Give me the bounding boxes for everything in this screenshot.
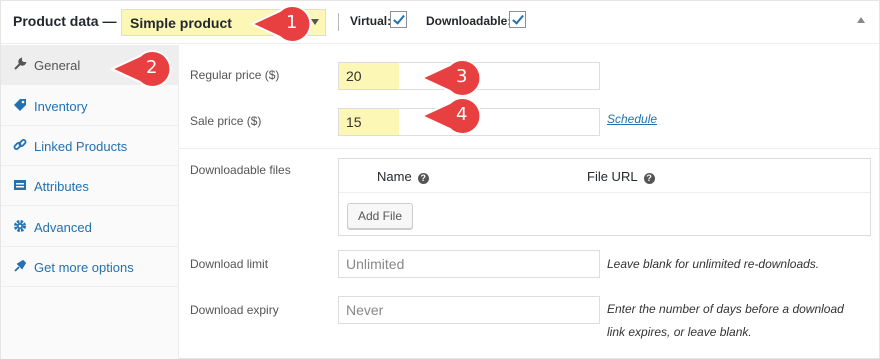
files-col-url-text: File URL: [587, 169, 638, 184]
files-col-name-text: Name: [377, 169, 412, 184]
callout-number-3: 3: [456, 66, 468, 87]
product-type-value: Simple product: [130, 15, 232, 31]
tab-inventory[interactable]: Inventory: [1, 86, 179, 126]
callout-marker-4: 4: [420, 95, 486, 137]
link-icon: [13, 138, 27, 152]
tab-advanced-label: Advanced: [34, 220, 92, 235]
callout-marker-2: 2: [110, 48, 176, 90]
regular-price-label: Regular price ($): [190, 68, 280, 82]
product-data-title: Product data —: [13, 13, 117, 29]
product-data-tabs: General Inventory Linked Products Attrib…: [1, 45, 179, 359]
downloadable-checkbox[interactable]: [509, 11, 526, 28]
tab-attributes[interactable]: Attributes: [1, 166, 179, 206]
download-limit-input[interactable]: Unlimited: [338, 250, 600, 278]
downloadable-files-label: Downloadable files: [190, 163, 291, 177]
downloadable-files-table: Name? File URL? Add File: [338, 158, 871, 236]
wrench-icon: [13, 57, 27, 71]
tab-get-more-options-label: Get more options: [34, 260, 134, 275]
tab-advanced[interactable]: Advanced: [1, 207, 179, 247]
help-icon[interactable]: ?: [643, 173, 655, 184]
download-expiry-hint-line1: Enter the number of days before a downlo…: [607, 302, 844, 316]
download-limit-label: Download limit: [190, 257, 269, 271]
callout-marker-3: 3: [420, 57, 486, 99]
help-icon[interactable]: ?: [417, 173, 429, 184]
product-data-header: Product data — Simple product Virtual: D…: [1, 1, 879, 44]
files-col-url: File URL?: [587, 169, 655, 184]
download-expiry-label: Download expiry: [190, 303, 279, 317]
collapse-toggle-icon[interactable]: [857, 17, 865, 23]
callout-number-1: 1: [286, 12, 298, 33]
callout-number-2: 2: [146, 57, 158, 78]
tab-attributes-label: Attributes: [34, 179, 89, 194]
tag-icon: [13, 98, 27, 112]
section-divider: [179, 148, 879, 149]
callout-marker-1: 1: [250, 3, 316, 45]
gear-icon: [13, 219, 27, 233]
download-expiry-input[interactable]: Never: [338, 296, 600, 324]
schedule-link[interactable]: Schedule: [607, 112, 657, 126]
list-icon: [13, 178, 27, 192]
tab-linked-products-label: Linked Products: [34, 139, 128, 154]
plugin-icon: [13, 259, 27, 273]
callout-number-4: 4: [456, 104, 468, 125]
sale-price-label: Sale price ($): [190, 114, 262, 128]
download-limit-hint: Leave blank for unlimited re-downloads.: [607, 257, 820, 271]
virtual-checkbox[interactable]: [390, 11, 407, 28]
tab-inventory-label: Inventory: [34, 99, 88, 114]
tab-general-label: General: [34, 58, 81, 73]
download-expiry-hint-line2: link expires, or leave blank.: [607, 325, 752, 339]
files-col-name: Name?: [377, 169, 429, 184]
virtual-label: Virtual:: [350, 14, 392, 28]
header-separator: [338, 13, 339, 31]
files-table-header: Name? File URL?: [339, 159, 870, 193]
add-file-button[interactable]: Add File: [347, 203, 414, 229]
tab-get-more-options[interactable]: Get more options: [1, 247, 179, 287]
tab-linked-products[interactable]: Linked Products: [1, 126, 179, 166]
downloadable-label: Downloadable:: [426, 14, 512, 28]
